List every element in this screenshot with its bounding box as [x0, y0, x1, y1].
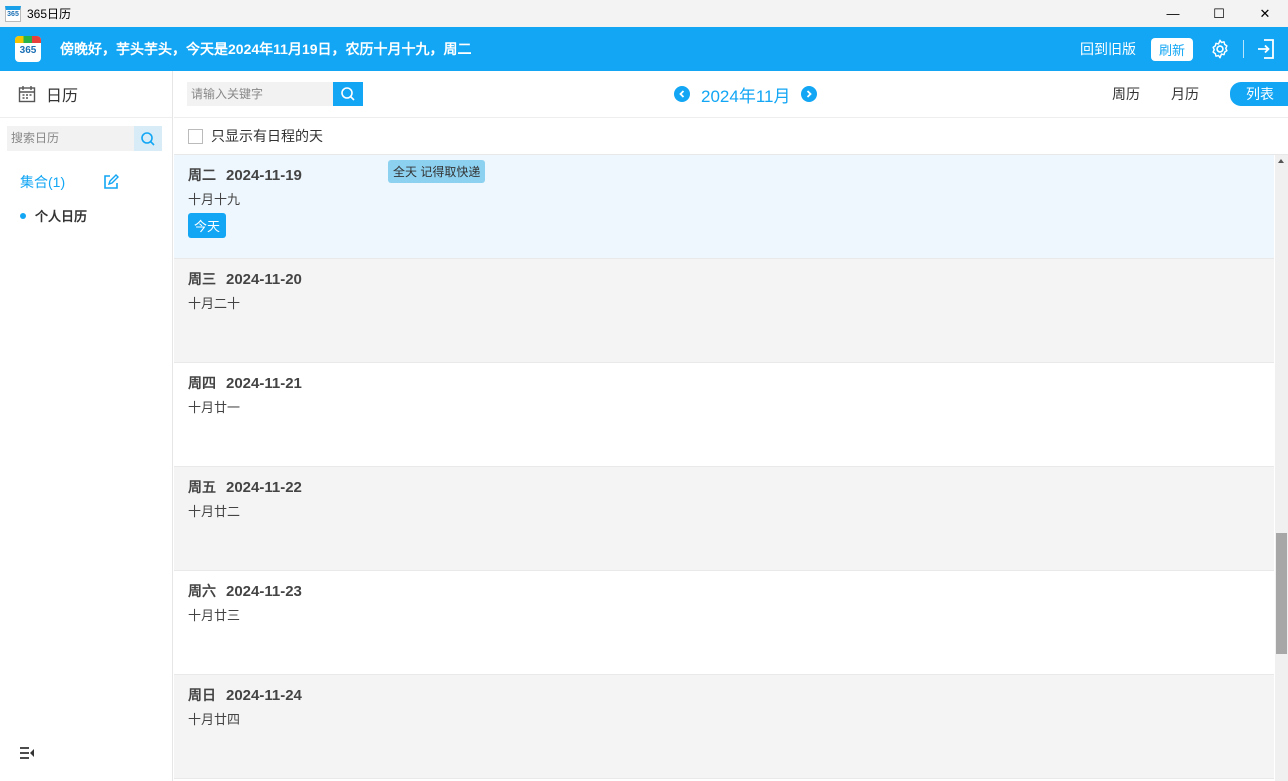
list-scrollbar[interactable] [1275, 155, 1288, 781]
day-heading: 周日 2024-11-24 [188, 685, 302, 705]
app-logo: 365 [15, 36, 41, 62]
day-weekday: 周日 [188, 687, 216, 703]
event-chip[interactable]: 全天 记得取快递 [388, 160, 486, 183]
sidebar-title: 日历 [46, 88, 79, 105]
header-divider [1243, 40, 1244, 58]
edit-icon[interactable] [103, 174, 120, 190]
calendar-search: 搜索日历 [7, 126, 162, 151]
keyword-search-input[interactable]: 请输入关键字 [187, 82, 333, 106]
filter-row: 只显示有日程的天 [174, 118, 1288, 155]
only-scheduled-days-label[interactable]: 只显示有日程的天 [211, 126, 323, 146]
sidebar: 日历 搜索日历 集合(1) 个人日历 [0, 71, 173, 781]
day-heading: 周四 2024-11-21 [188, 373, 302, 393]
day-lunar-date: 十月二十 [188, 296, 241, 311]
view-tabs: 周历 月历 列表 [1112, 82, 1288, 106]
close-button[interactable]: ✕ [1242, 0, 1288, 27]
app-icon: 365 [5, 5, 21, 22]
day-heading: 周五 2024-11-22 [188, 477, 302, 497]
window-title: 365日历 [27, 7, 72, 21]
day-weekday: 周二 [188, 167, 216, 183]
maximize-button[interactable]: ☐ [1196, 0, 1242, 27]
day-lunar-date: 十月廿三 [188, 608, 241, 623]
next-month-button[interactable] [801, 86, 818, 102]
sidebar-item-personal-calendar[interactable]: 个人日历 [0, 206, 172, 225]
day-lunar-date: 十月廿一 [188, 400, 241, 415]
day-lunar-date: 十月廿四 [188, 712, 241, 727]
today-badge: 今天 [188, 213, 227, 238]
day-date: 2024-11-19 [226, 167, 302, 184]
calendar-search-button[interactable] [134, 126, 162, 151]
search-icon [141, 131, 155, 146]
day-weekday: 周六 [188, 583, 216, 599]
main-toolbar: 请输入关键字 2024年11月 周历 月历 列表 [174, 71, 1288, 118]
day-date: 2024-11-20 [226, 271, 302, 288]
tab-list-view[interactable]: 列表 [1230, 82, 1288, 106]
day-list: 周二 2024-11-19 十月十九 今天 全天 记得取快递 周三 2024-11-… [174, 155, 1274, 781]
sidebar-header: 日历 [0, 71, 172, 118]
app-logo-text: 365 [19, 45, 37, 56]
chevron-left-icon [679, 90, 685, 98]
day-weekday: 周四 [188, 375, 216, 391]
previous-month-button[interactable] [674, 86, 690, 102]
day-row[interactable]: 周二 2024-11-19 十月十九 今天 全天 记得取快递 [174, 155, 1274, 259]
day-date: 2024-11-24 [226, 687, 302, 704]
day-lunar-date: 十月廿二 [188, 504, 241, 519]
scroll-up-arrow-icon[interactable] [1278, 159, 1284, 163]
back-to-old-version-link[interactable]: 回到旧版 [1080, 39, 1136, 59]
collapse-menu-icon[interactable] [19, 746, 35, 760]
search-icon [341, 87, 355, 101]
calendar-color-dot [20, 212, 26, 219]
window-titlebar: 365 365日历 — ☐ ✕ [0, 0, 1288, 27]
tab-month-view[interactable]: 月历 [1171, 84, 1199, 104]
day-row[interactable]: 周五 2024-11-22 十月廿二 [174, 467, 1274, 571]
refresh-button[interactable]: 刷新 [1150, 37, 1193, 61]
day-weekday: 周五 [188, 479, 216, 495]
logout-icon[interactable] [1256, 38, 1276, 60]
tab-week-view[interactable]: 周历 [1112, 84, 1140, 104]
calendar-group-label[interactable]: 集合(1) [20, 172, 65, 192]
current-month: 2024年11月 [701, 86, 791, 106]
day-row[interactable]: 周三 2024-11-20 十月二十 [174, 259, 1274, 363]
window-controls: — ☐ ✕ [1150, 0, 1288, 27]
day-heading: 周六 2024-11-23 [188, 581, 302, 601]
keyword-search: 请输入关键字 [187, 82, 363, 106]
day-weekday: 周三 [188, 271, 216, 287]
sidebar-item-label: 个人日历 [35, 209, 88, 224]
minimize-button[interactable]: — [1150, 0, 1196, 27]
day-lunar-date: 十月十九 [188, 192, 241, 207]
day-heading: 周三 2024-11-20 [188, 269, 302, 289]
calendar-icon [18, 86, 36, 103]
app-header: 365 傍晚好，芋头芋头，今天是2024年11月19日，农历十月十九，周二 回到… [0, 27, 1288, 71]
day-row[interactable]: 周六 2024-11-23 十月廿三 [174, 571, 1274, 675]
day-date: 2024-11-21 [226, 375, 302, 392]
calendar-group: 集合(1) [0, 172, 172, 192]
header-actions: 回到旧版 刷新 [1080, 27, 1288, 71]
keyword-search-button[interactable] [333, 82, 363, 106]
day-row[interactable]: 周日 2024-11-24 十月廿四 [174, 675, 1274, 779]
greeting-text: 傍晚好，芋头芋头，今天是2024年11月19日，农历十月十九，周二 [60, 41, 472, 57]
scrollbar-thumb[interactable] [1276, 533, 1287, 654]
only-scheduled-days-checkbox[interactable] [188, 128, 203, 144]
day-date: 2024-11-23 [226, 583, 302, 600]
month-navigator: 2024年11月 [674, 82, 818, 106]
calendar-search-input[interactable]: 搜索日历 [7, 126, 134, 151]
chevron-right-icon [807, 90, 813, 98]
day-row[interactable]: 周四 2024-11-21 十月廿一 [174, 363, 1274, 467]
day-date: 2024-11-22 [226, 479, 302, 496]
settings-gear-icon[interactable] [1209, 38, 1231, 60]
day-heading: 周二 2024-11-19 [188, 165, 302, 185]
